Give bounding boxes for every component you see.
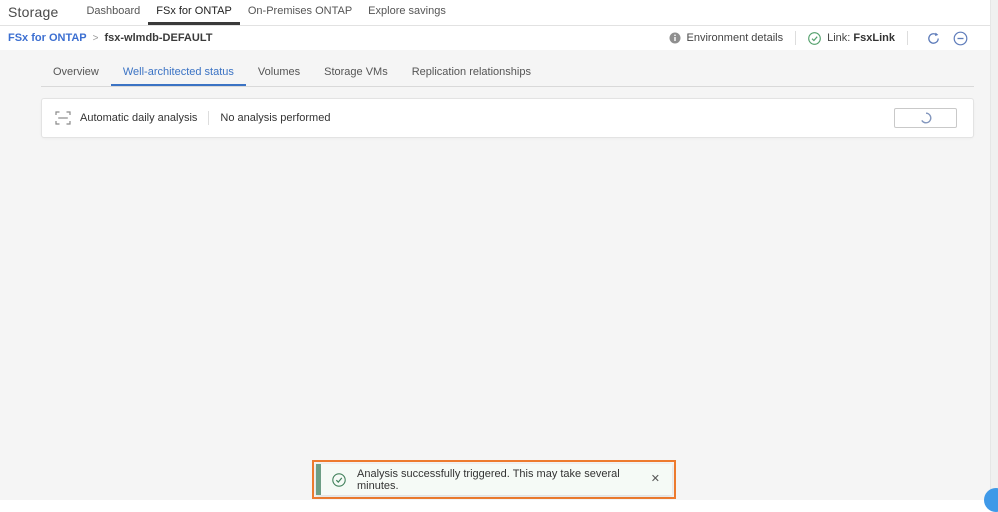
app-title: Storage bbox=[8, 4, 59, 20]
top-nav-tabs: Dashboard FSx for ONTAP On-Premises ONTA… bbox=[78, 0, 453, 25]
link-status-button[interactable]: Link: FsxLink bbox=[808, 31, 895, 45]
tab-replication-relationships[interactable]: Replication relationships bbox=[400, 61, 543, 86]
tab-storage-vms[interactable]: Storage VMs bbox=[312, 61, 400, 86]
environment-details-button[interactable]: Environment details bbox=[669, 32, 784, 44]
link-value: FsxLink bbox=[853, 32, 895, 44]
toolbar-divider bbox=[795, 31, 797, 45]
analysis-card-title: Automatic daily analysis bbox=[80, 112, 198, 124]
breadcrumb-bar: FSx for ONTAP > fsx-wlmdb-DEFAULT Enviro… bbox=[0, 26, 990, 50]
tab-volumes[interactable]: Volumes bbox=[246, 61, 312, 86]
top-tab-dashboard[interactable]: Dashboard bbox=[78, 0, 148, 25]
success-toast: Analysis successfully triggered. This ma… bbox=[316, 464, 672, 495]
minus-circle-icon bbox=[953, 31, 968, 46]
scan-frame-icon bbox=[55, 111, 71, 125]
check-circle-icon bbox=[808, 31, 821, 45]
toast-close-icon[interactable]: ✕ bbox=[651, 474, 660, 485]
top-header: Storage Dashboard FSx for ONTAP On-Premi… bbox=[0, 0, 990, 26]
loading-spinner-icon bbox=[920, 112, 932, 124]
info-icon bbox=[669, 32, 681, 44]
link-label: Link: FsxLink bbox=[827, 32, 895, 44]
environment-details-label: Environment details bbox=[686, 32, 784, 44]
top-tab-explore-savings[interactable]: Explore savings bbox=[360, 0, 454, 25]
tab-well-architected-status[interactable]: Well-architected status bbox=[110, 61, 246, 86]
top-tab-fsx-for-ontap[interactable]: FSx for ONTAP bbox=[148, 0, 240, 25]
trigger-analysis-button[interactable] bbox=[894, 108, 957, 128]
automatic-analysis-card: Automatic daily analysis No analysis per… bbox=[41, 98, 974, 138]
analysis-card-status: No analysis performed bbox=[220, 112, 331, 124]
refresh-icon bbox=[926, 31, 941, 46]
refresh-button[interactable] bbox=[926, 31, 941, 46]
breadcrumb-parent-link[interactable]: FSx for ONTAP bbox=[8, 32, 87, 44]
collapse-button[interactable] bbox=[953, 31, 968, 46]
help-fab-button[interactable] bbox=[984, 488, 998, 512]
toast-check-circle-icon bbox=[332, 472, 346, 487]
toast-message: Analysis successfully triggered. This ma… bbox=[357, 467, 620, 492]
header-toolbar: Environment details Link: FsxLink bbox=[669, 31, 975, 46]
top-tab-on-premises-ontap[interactable]: On-Premises ONTAP bbox=[240, 0, 360, 25]
main-area: Overview Well-architected status Volumes… bbox=[0, 50, 990, 500]
breadcrumb-current: fsx-wlmdb-DEFAULT bbox=[104, 32, 213, 44]
toolbar-divider bbox=[907, 31, 908, 45]
card-divider bbox=[208, 111, 210, 125]
toast-highlight-annotation: Analysis successfully triggered. This ma… bbox=[312, 460, 676, 499]
scrollbar[interactable] bbox=[990, 0, 998, 500]
breadcrumb-separator: > bbox=[92, 32, 99, 44]
content-tab-bar: Overview Well-architected status Volumes… bbox=[41, 61, 974, 87]
tab-overview[interactable]: Overview bbox=[41, 61, 111, 86]
